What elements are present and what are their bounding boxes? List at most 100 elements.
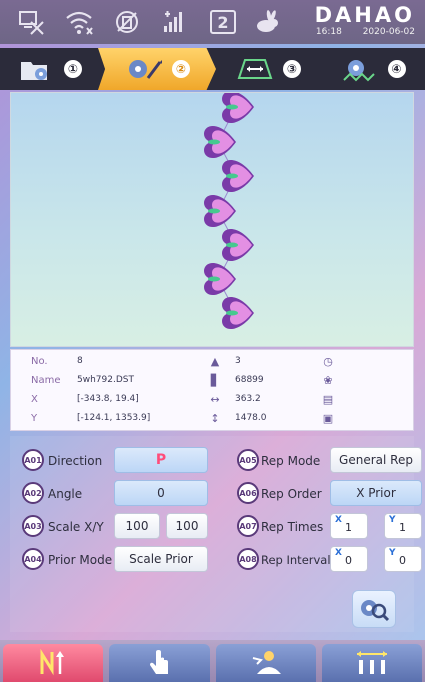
scale-y-input[interactable]: 100 <box>166 513 208 539</box>
brand-block: DAHAO 16:18 2020-06-02 <box>315 3 415 37</box>
a07-tag: A07 <box>237 515 259 537</box>
heart-motif <box>222 160 254 192</box>
a02-tag: A02 <box>22 482 44 504</box>
step-4-number: ④ <box>387 60 406 78</box>
heart-motif <box>204 263 236 295</box>
info-row-name: Name 5wh792.DST ▋ 68899 ❀ <box>11 372 413 388</box>
y-range-value: [-124.1, 1353.9] <box>77 413 151 423</box>
heart-motif <box>204 195 236 227</box>
rep-interval-y-value: 0 <box>399 554 406 567</box>
param-row-1: A01 Direction P A05 Rep Mode General Rep <box>10 446 422 474</box>
flower-edit-icon <box>124 54 164 84</box>
frame-size-icon <box>235 54 275 84</box>
info-row-no: No. 8 ▲ 3 ◷ <box>11 353 413 369</box>
x-range-value: [-343.8, 19.4] <box>77 394 139 404</box>
color-count-value: 3 <box>235 356 241 366</box>
rep-times-x-sup: X <box>335 515 342 525</box>
heart-motif <box>222 297 254 329</box>
rep-times-y-value: 1 <box>399 521 406 534</box>
usb-disabled-icon <box>110 7 144 37</box>
rep-interval-x-value: 0 <box>345 554 352 567</box>
tab-manual-operation[interactable] <box>109 644 210 682</box>
brand-name: DAHAO <box>314 3 415 27</box>
embroidery-design-canvas <box>204 91 254 329</box>
rep-interval-x-input[interactable]: X 0 <box>330 546 368 572</box>
rep-order-button[interactable]: X Prior <box>330 480 422 506</box>
y-label: Y <box>31 412 38 424</box>
hand-touch-icon <box>150 650 169 674</box>
step-3-number: ③ <box>283 60 301 78</box>
rep-times-x-input[interactable]: X 1 <box>330 513 368 539</box>
info-row-x: X [-343.8, 19.4] ↔ 363.2 ▤ <box>11 391 413 407</box>
wifi-icon <box>62 7 96 37</box>
network-icon <box>14 7 48 37</box>
a01-tag: A01 <box>22 449 44 471</box>
step-4-embroider[interactable]: ④ <box>320 48 425 90</box>
rep-order-label: Rep Order <box>261 487 322 501</box>
step-2-number: ② <box>172 60 190 78</box>
stitch-count-value: 68899 <box>235 375 264 385</box>
head-count-badge: 2 <box>210 10 236 34</box>
rep-interval-label: Rep Interval <box>261 553 331 567</box>
rep-interval-x-sup: X <box>335 548 342 558</box>
rep-times-y-sup: Y <box>389 515 396 525</box>
heart-motif <box>222 229 254 261</box>
a08-tag: A08 <box>237 548 259 570</box>
clock-icon: ◷ <box>323 354 333 368</box>
a06-tag: A06 <box>237 482 259 504</box>
a03-tag: A03 <box>22 515 44 537</box>
flower-search-icon <box>361 600 390 622</box>
height-arrow-icon: ↕ <box>210 411 220 425</box>
angle-label: Angle <box>48 487 83 501</box>
tab-needle-bar[interactable] <box>321 644 422 682</box>
rep-mode-label: Rep Mode <box>261 454 321 468</box>
rep-times-y-input[interactable]: Y 1 <box>384 513 422 539</box>
height-box-icon: ▣ <box>322 411 334 425</box>
step-1-select-design[interactable]: ① <box>0 48 98 90</box>
status-bar: 2 DAHAO 16:18 2020-06-02 <box>0 0 425 44</box>
step-2-edit-design[interactable]: ② <box>98 48 216 90</box>
param-row-2: A02 Angle 0 A06 Rep Order X Prior <box>10 479 422 507</box>
rabbit-speed-icon <box>250 7 284 37</box>
a04-tag: A04 <box>22 548 44 570</box>
width-arrow-icon: ↔ <box>210 392 220 406</box>
clock-date: 2020-06-02 <box>362 27 415 37</box>
thread-icon: ❀ <box>323 373 333 387</box>
bottom-nav <box>0 640 425 682</box>
scale-x-input[interactable]: 100 <box>114 513 160 539</box>
a05-tag: A05 <box>237 449 259 471</box>
rep-interval-y-input[interactable]: Y 0 <box>384 546 422 572</box>
preview-zoom-button[interactable] <box>352 590 396 628</box>
no-value: 8 <box>77 356 83 366</box>
angle-input[interactable]: 0 <box>114 480 208 506</box>
design-info-panel: No. 8 ▲ 3 ◷ Name 5wh792.DST ▋ 68899 ❀ X … <box>10 349 414 431</box>
height-value: 1478.0 <box>235 413 267 423</box>
folder-flower-icon <box>16 54 56 84</box>
operator-icon <box>252 651 281 674</box>
color-count-icon: ▲ <box>210 354 220 368</box>
param-row-3: A03 Scale X/Y 100 100 A07 Rep Times X 1 … <box>10 512 422 540</box>
x-label: X <box>31 393 38 405</box>
rep-mode-button[interactable]: General Rep <box>330 447 422 473</box>
direction-button[interactable]: P <box>114 447 208 473</box>
prior-mode-button[interactable]: Scale Prior <box>114 546 208 572</box>
rep-interval-y-sup: Y <box>389 548 396 558</box>
direction-label: Direction <box>48 454 103 468</box>
step-3-frame-setup[interactable]: ③ <box>216 48 320 90</box>
width-value: 363.2 <box>235 394 261 404</box>
tab-needle-adjust[interactable] <box>3 644 104 682</box>
heart-motif <box>204 126 236 158</box>
rep-times-x-value: 1 <box>345 521 352 534</box>
design-preview[interactable] <box>10 91 414 347</box>
scale-xy-label: Scale X/Y <box>48 520 104 534</box>
no-label: No. <box>31 355 48 367</box>
rep-times-label: Rep Times <box>261 520 324 534</box>
step-1-number: ① <box>64 60 82 78</box>
stitch-count-icon: ▋ <box>210 373 220 387</box>
clock-time: 16:18 <box>315 27 342 37</box>
needle-adjust-icon <box>40 648 65 676</box>
direction-value: P <box>155 452 167 468</box>
info-row-y: Y [-124.1, 1353.9] ↕ 1478.0 ▣ <box>11 410 413 426</box>
step-bar: ① ② ③ ④ <box>0 48 425 90</box>
tab-operator[interactable] <box>215 644 316 682</box>
